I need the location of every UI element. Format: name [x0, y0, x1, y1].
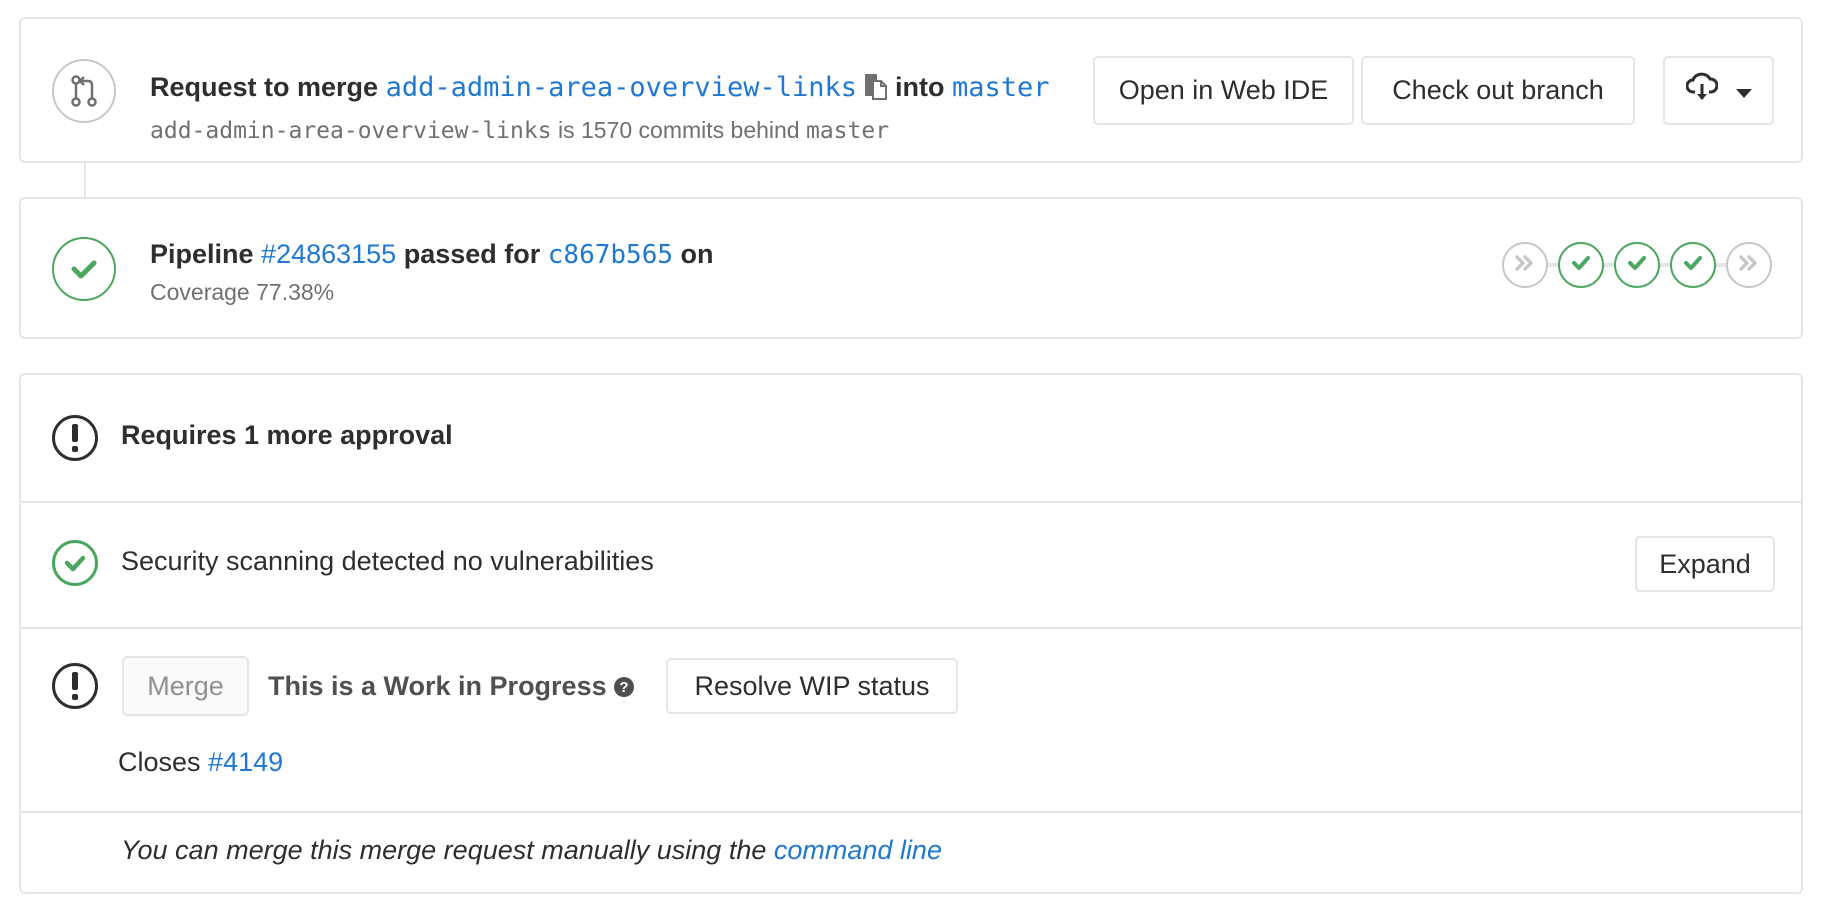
pipeline-stage-skipped[interactable] — [1502, 242, 1548, 288]
title-prefix: Request to merge — [150, 72, 379, 102]
commits-behind-info: add-admin-area-overview-links is 1570 co… — [150, 117, 889, 144]
check-icon — [1571, 255, 1591, 276]
pipeline-id-link[interactable]: #24863155 — [261, 239, 396, 269]
merge-status-card: Requires 1 more approval Security scanni… — [19, 373, 1803, 894]
svg-text:?: ? — [619, 679, 628, 696]
pipeline-success-icon[interactable] — [52, 237, 116, 301]
merge-request-header-card: Request to merge add-admin-area-overview… — [19, 17, 1803, 163]
pipeline-stage-success[interactable] — [1614, 242, 1660, 288]
source-branch-link[interactable]: add-admin-area-overview-links — [386, 72, 857, 103]
warning-icon — [52, 415, 98, 461]
behind-branch: add-admin-area-overview-links — [150, 118, 552, 144]
wip-text: This is a Work in Progress — [268, 671, 607, 701]
question-circle-icon[interactable]: ? — [613, 674, 635, 705]
check-icon — [1683, 255, 1703, 276]
security-text: Security scanning detected no vulnerabil… — [121, 546, 654, 576]
success-icon — [52, 540, 98, 586]
pipeline-title: Pipeline #24863155 passed for c867b565 o… — [150, 239, 714, 270]
manual-merge-text: You can merge this merge request manuall… — [121, 835, 767, 865]
resolve-wip-button[interactable]: Resolve WIP status — [666, 658, 958, 714]
pipeline-on-text: on — [680, 239, 714, 269]
warning-icon — [52, 663, 98, 709]
commit-link[interactable]: c867b565 — [548, 240, 673, 270]
copy-icon[interactable] — [863, 72, 887, 107]
wip-status: This is a Work in Progress ? — [268, 671, 635, 705]
coverage-text: Coverage 77.38% — [150, 279, 335, 305]
merge-button[interactable]: Merge — [122, 656, 249, 716]
pipeline-stage-success[interactable] — [1558, 242, 1604, 288]
skipped-icon — [1739, 254, 1759, 276]
target-branch-link[interactable]: master — [952, 72, 1050, 103]
pipeline-stages — [1502, 241, 1792, 289]
skipped-icon — [1515, 254, 1535, 276]
merge-request-icon — [52, 59, 116, 123]
pipeline-passed-text: passed for — [403, 239, 541, 269]
expand-button[interactable]: Expand — [1635, 536, 1775, 592]
command-line-link[interactable]: command line — [774, 835, 942, 865]
security-row: Security scanning detected no vulnerabil… — [21, 503, 1801, 627]
behind-text: is 1570 commits behind — [557, 117, 800, 143]
merge-row: Merge This is a Work in Progress ? Resol… — [21, 629, 1801, 811]
download-dropdown-button[interactable] — [1663, 56, 1774, 125]
behind-target: master — [805, 118, 890, 144]
caret-down-icon — [1735, 75, 1752, 106]
pipeline-label: Pipeline — [150, 239, 254, 269]
check-icon — [1627, 255, 1647, 276]
pipeline-card: Pipeline #24863155 passed for c867b565 o… — [19, 197, 1803, 339]
cloud-download-icon — [1685, 72, 1718, 109]
approval-row: Requires 1 more approval — [21, 375, 1801, 501]
approval-text: Requires 1 more approval — [121, 420, 453, 450]
manual-merge-hint: You can merge this merge request manuall… — [121, 835, 942, 866]
closes-issues: Closes #4149 — [118, 747, 283, 778]
into-label: into — [894, 72, 945, 102]
pipeline-stage-success[interactable] — [1670, 242, 1716, 288]
open-web-ide-button[interactable]: Open in Web IDE — [1093, 56, 1354, 125]
pipeline-stage-skipped[interactable] — [1726, 242, 1772, 288]
timeline-connector — [84, 163, 86, 197]
issue-link[interactable]: #4149 — [208, 747, 283, 777]
command-line-row: You can merge this merge request manuall… — [21, 813, 1801, 894]
check-out-branch-button[interactable]: Check out branch — [1361, 56, 1635, 125]
merge-request-title: Request to merge add-admin-area-overview… — [150, 72, 1050, 107]
closes-label: Closes — [118, 747, 201, 777]
